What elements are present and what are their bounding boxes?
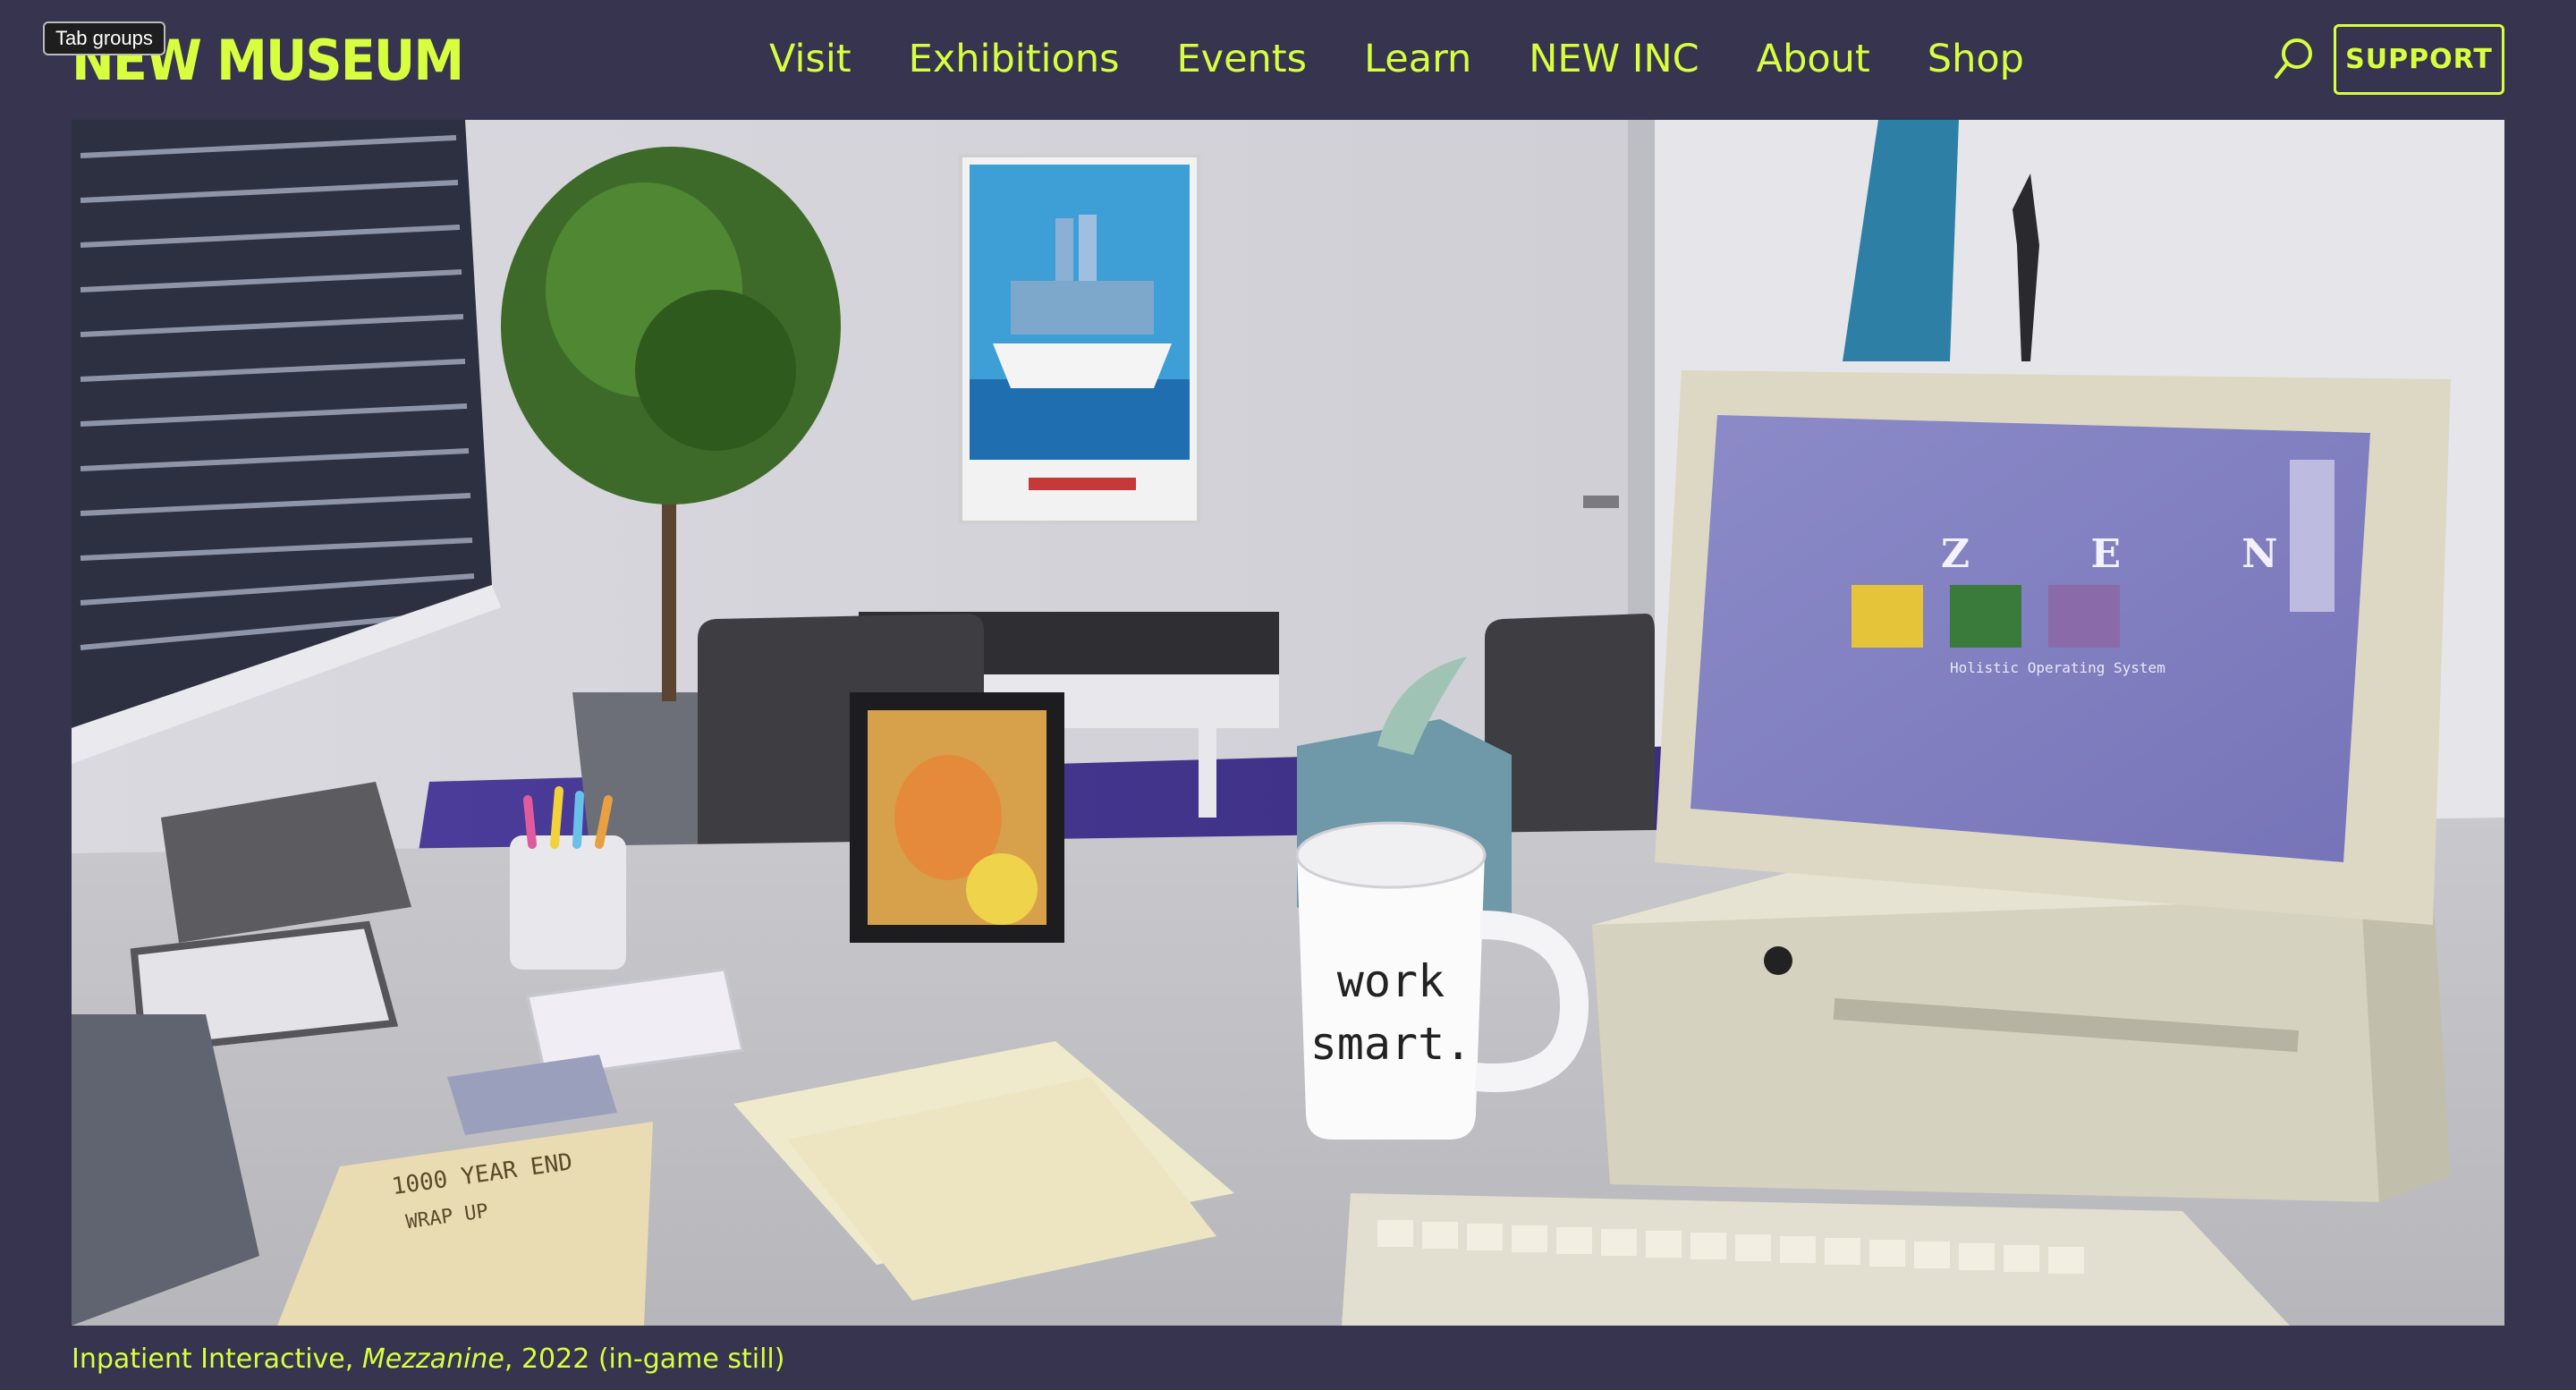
nav-exhibitions[interactable]: Exhibitions [909,30,1120,88]
screen-subtitle: Holistic Operating System [1950,659,2165,676]
support-button[interactable]: SUPPORT [2334,24,2504,95]
search-button[interactable] [2272,36,2317,84]
nav-visit[interactable]: Visit [769,30,852,88]
main-nav: Visit Exhibitions Events Learn NEW INC A… [769,30,2024,88]
mug-text-line1: work [1337,955,1445,1007]
screen-zen-title: Z E N [1941,531,2332,577]
site-header: NEW MUSEUM Tab groups Visit Exhibitions … [0,0,2576,120]
office-scene-illustration: 1000 YEAR END WRAP UP work smart. Z E N … [72,120,2504,1326]
nav-learn[interactable]: Learn [1364,30,1471,88]
nav-shop[interactable]: Shop [1928,30,2024,88]
nav-about[interactable]: About [1757,30,1870,88]
nav-new-inc[interactable]: NEW INC [1529,30,1699,88]
hero-image[interactable]: 1000 YEAR END WRAP UP work smart. Z E N … [72,120,2504,1326]
tab-groups-tooltip: Tab groups [43,21,165,55]
caption-artist: Inpatient Interactive, [72,1343,354,1375]
image-caption: Inpatient Interactive, Mezzanine, 2022 (… [72,1342,784,1377]
caption-details: , 2022 (in-game still) [504,1343,785,1375]
search-icon [2275,38,2312,79]
caption-title: Mezzanine [361,1343,504,1375]
mug-text-line2: smart. [1310,1018,1472,1070]
nav-events[interactable]: Events [1176,30,1307,88]
